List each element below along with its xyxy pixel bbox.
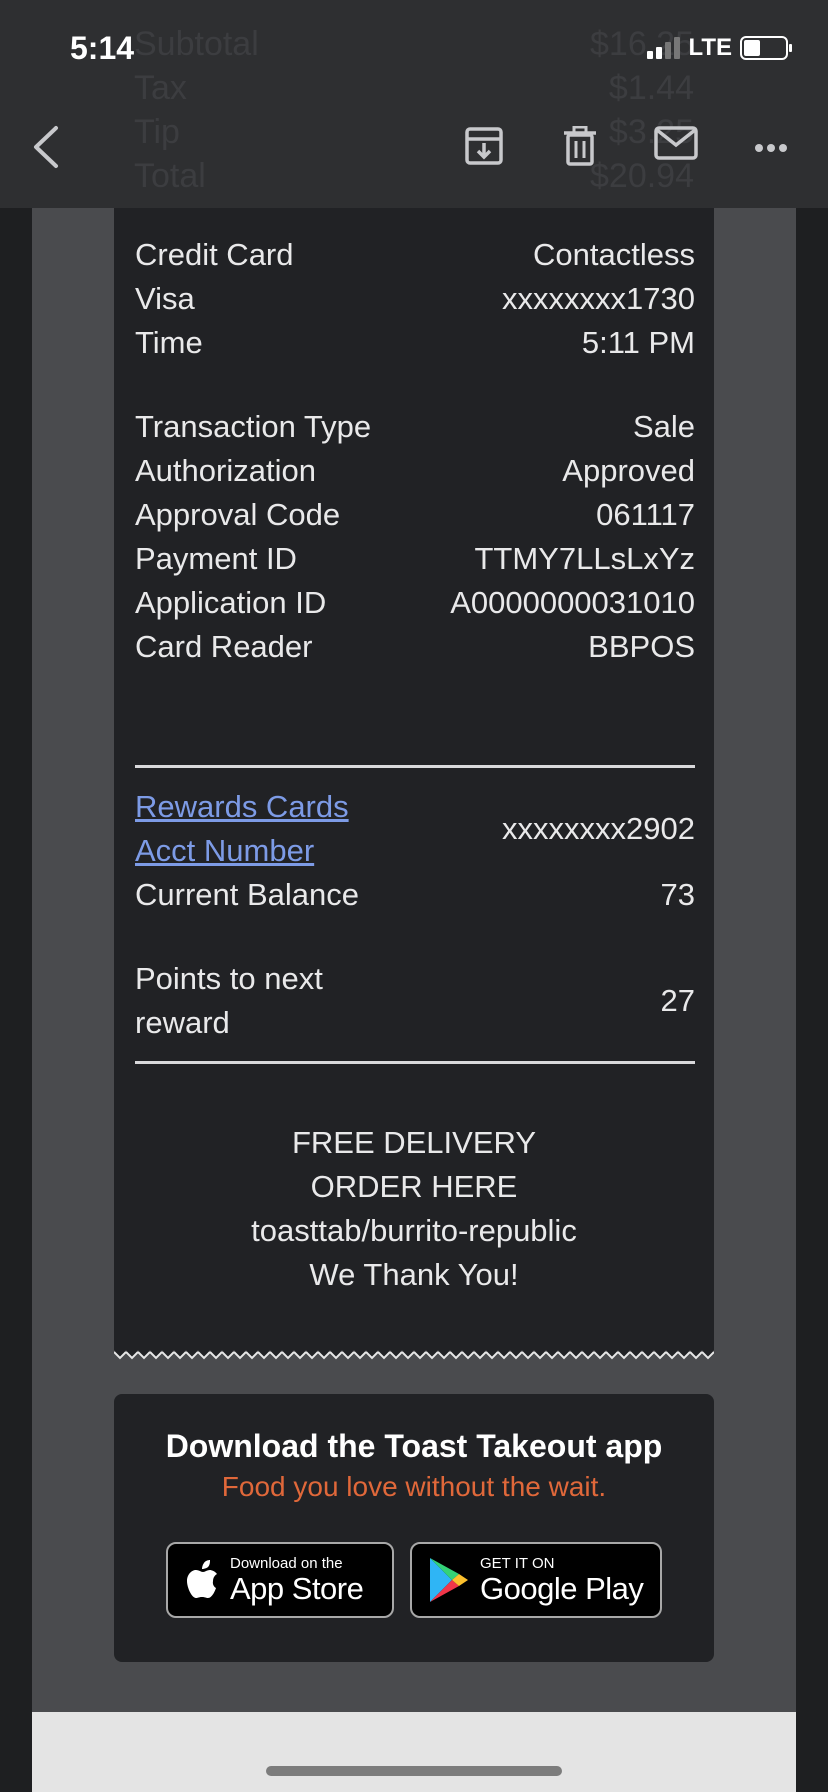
row-value: TTMY7LLsLxYz [474,541,695,576]
promo-title: Download the Toast Takeout app [165,1428,663,1464]
mail-icon[interactable] [654,126,698,165]
row-value: 73 [660,877,695,912]
battery-icon [740,36,792,60]
rewards-acct-number: xxxxxxxx2902 [502,811,695,846]
ghost-label: Tax [134,69,187,107]
row-value: BBPOS [588,629,695,664]
badge-big-text: App Store [230,1570,364,1606]
acct-number-link[interactable]: Acct Number [135,829,349,873]
footer-line: We Thank You! [309,1257,519,1292]
badge-small-text: Download on the [230,1554,343,1572]
footer-line: FREE DELIVERY [291,1125,537,1160]
points-label-line: Points to next [135,961,323,996]
receipt-torn-edge [114,1350,714,1366]
app-store-badge[interactable]: Download on the App Store [166,1542,394,1618]
ghost-value: $1.44 [608,69,694,107]
badge-small-text: GET IT ON [480,1554,555,1572]
footer-line: toasttab/burrito-republic [251,1213,577,1248]
badge-big-text: Google Play [480,1570,644,1606]
home-indicator[interactable] [266,1766,562,1776]
divider [135,1061,695,1064]
application-id-row: Application ID A0000000031010 [135,581,695,625]
row-label: Credit Card [135,237,294,272]
row-label: Approval Code [135,497,341,532]
divider [135,765,695,768]
status-indicators: LTE [647,34,792,62]
row-value: xxxxxxxx1730 [502,281,695,316]
archive-icon[interactable] [464,126,504,171]
status-time: 5:14 [70,30,135,66]
scrolled-totals-ghost: Subtotal $16.25 Tax $1.44 Tip $3.25 Total $2… [134,22,694,198]
receipt-footer-text: FREE DELIVERY ORDER HERE toasttab/burrit… [114,1121,714,1297]
points-to-next-reward-row: Points to next reward 27 [135,957,695,1045]
row-label: Points to next reward [135,957,323,1045]
ghost-label: Tip [134,113,180,151]
payment-id-row: Payment ID TTMY7LLsLxYz [135,537,695,581]
authorization-row: Authorization Approved [135,449,695,493]
card-reader-row: Card Reader BBPOS [135,625,695,669]
row-label: Current Balance [135,877,360,912]
row-label: Time [135,325,203,360]
footer-line: ORDER HERE [310,1169,518,1204]
google-play-icon [430,1558,468,1602]
transaction-type-row: Transaction Type Sale [135,405,695,449]
time-row: Time 5:11 PM [135,321,695,365]
row-value: Contactless [533,237,695,272]
google-play-badge[interactable]: GET IT ON Google Play [410,1542,662,1618]
row-value: Approved [562,453,695,488]
trash-icon[interactable] [562,125,598,171]
store-badges: Download on the App Store GET IT ON Goog… [166,1542,662,1618]
ghost-label: Total [134,157,206,195]
ghost-label: Subtotal [134,25,259,63]
row-label: Card Reader [135,629,313,664]
chevron-left-icon[interactable] [26,122,66,177]
approval-code-row: Approval Code 061117 [135,493,695,537]
apple-icon [187,1560,217,1598]
current-balance-row: Current Balance 73 [135,873,695,917]
app-toolbar: Subtotal $16.25 Tax $1.44 Tip $3.25 Total $2… [0,0,828,208]
cellular-signal-icon [647,37,681,59]
row-value: Sale [632,409,695,444]
credit-card-row: Credit Card Contactless [135,233,695,277]
promo-subtitle: Food you love without the wait. [221,1471,607,1502]
row-label: Authorization [135,453,316,488]
row-value: 061117 [596,497,695,532]
row-label: Visa [135,281,195,316]
email-footer-area [32,1712,796,1792]
toast-app-promo: Download the Toast Takeout app Food you … [114,1394,714,1662]
rewards-link[interactable]: Rewards Cards Acct Number [135,785,349,873]
row-label: Transaction Type [135,409,372,444]
rewards-cards-link[interactable]: Rewards Cards [135,785,349,829]
row-label: Application ID [135,585,327,620]
points-label-line: reward [135,1005,230,1040]
more-horizontal-icon[interactable] [754,140,788,158]
row-value: A0000000031010 [450,585,695,620]
card-brand-row: Visa xxxxxxxx1730 [135,277,695,321]
row-label: Payment ID [135,541,297,576]
row-value: 5:11 PM [581,325,695,360]
rewards-acct-row: Rewards Cards Acct Number xxxxxxxx2902 [135,785,695,873]
network-type: LTE [688,34,732,61]
row-value: 27 [660,983,695,1018]
